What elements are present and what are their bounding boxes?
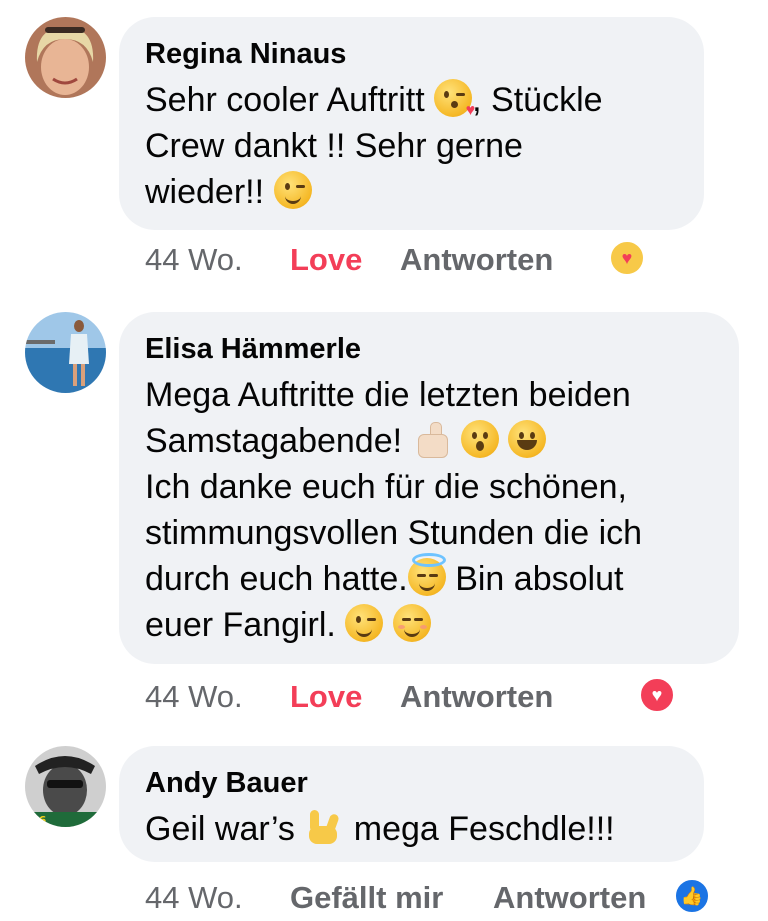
svg-text:46: 46: [31, 814, 47, 827]
love-icon: ♥: [639, 677, 675, 713]
comment-bubble: Regina Ninaus Sehr cooler Auftritt ♥, St…: [119, 17, 704, 230]
halo-emoji-icon: [407, 553, 446, 596]
comment-text-part: Geil war’s: [145, 810, 305, 848]
comment-time[interactable]: 44 Wo.: [145, 878, 243, 918]
rock-on-hand-emoji-icon: [304, 808, 344, 846]
comment-bubble: Andy Bauer Geil war’s mega Feschdle!!!: [119, 746, 704, 862]
reply-button[interactable]: Antworten: [493, 878, 646, 918]
comment-author[interactable]: Andy Bauer: [145, 766, 678, 800]
surprised-emoji-icon: [460, 420, 499, 458]
like-button[interactable]: Gefällt mir: [290, 878, 443, 918]
avatar[interactable]: 46: [25, 746, 106, 827]
comment-author[interactable]: Elisa Hämmerle: [145, 332, 713, 366]
comment-author[interactable]: Regina Ninaus: [145, 37, 678, 71]
love-reaction-button[interactable]: Love: [290, 677, 362, 717]
reply-button[interactable]: Antworten: [400, 677, 553, 717]
comment-text: Sehr cooler Auftritt ♥, Stückle Crew dan…: [145, 77, 678, 215]
comment-meta: 44 Wo. Gefällt mir Antworten 2 👍: [145, 878, 755, 918]
comment-meta: 44 Wo. Love Antworten 2 👍 ♥: [145, 677, 745, 717]
love-reaction-button[interactable]: Love: [290, 240, 362, 280]
comment-time[interactable]: 44 Wo.: [145, 677, 243, 717]
care-icon: ♥: [609, 240, 645, 276]
smiling-emoji-icon: [392, 604, 431, 642]
comment-text-part: Sehr cooler Auftritt: [145, 81, 435, 119]
avatar[interactable]: [25, 312, 106, 393]
avatar[interactable]: [25, 17, 106, 98]
grinning-emoji-icon: [508, 420, 547, 458]
comment-text: Mega Auftritte die letzten beiden Samsta…: [145, 372, 713, 648]
winking-emoji-icon: [273, 171, 312, 209]
reply-button[interactable]: Antworten: [400, 240, 553, 280]
thumbs-up-emoji-icon: [412, 420, 452, 458]
comment-text: Geil war’s mega Feschdle!!!: [145, 806, 678, 852]
comment-bubble: Elisa Hämmerle Mega Auftritte die letzte…: [119, 312, 739, 664]
winking-emoji-icon: [345, 604, 384, 642]
comment-text-part: Mega Auftritte die letzten beiden Samsta…: [145, 376, 631, 460]
comment-text-part: mega Feschdle!!!: [344, 810, 615, 848]
comment-meta: 44 Wo. Love Antworten 5 👍 ♥ ♥: [145, 240, 745, 280]
like-icon: 👍: [674, 878, 710, 914]
kissing-heart-emoji-icon: ♥: [434, 79, 475, 119]
comment-time[interactable]: 44 Wo.: [145, 240, 243, 280]
